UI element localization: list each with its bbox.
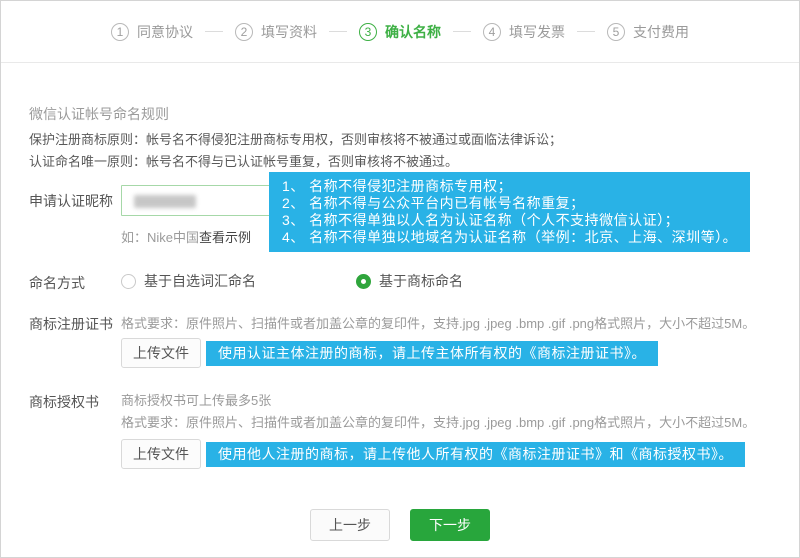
step-connector (329, 31, 347, 32)
wechat-verification-page: 1 同意协议 2 填写资料 3 确认名称 4 填写发票 5 支付费用 (0, 0, 800, 558)
naming-method-label: 命名方式 (29, 273, 85, 293)
trademark-auth-format-text: 格式要求：原件照片、扫描件或者加盖公章的复印件，支持.jpg .jpeg .bm… (121, 412, 755, 431)
previous-step-button[interactable]: 上一步 (310, 509, 390, 541)
step-fill-info: 2 填写资料 (235, 22, 317, 42)
tooltip-rule-4: 4、 名称不得单独以地域名为认证名称（举例：北京、上海、深圳等）。 (282, 229, 737, 246)
step-3-circle-icon: 3 (359, 23, 377, 41)
step-4-label: 填写发票 (509, 22, 565, 42)
auth-upload-tooltip: 使用他人注册的商标，请上传他人所有权的《商标注册证书》和《商标授权书》。 (206, 442, 745, 467)
next-step-button[interactable]: 下一步 (410, 509, 490, 541)
step-confirm-name-active: 3 确认名称 (359, 22, 441, 42)
naming-rule-unique: 认证命名唯一原则：帐号名不得与已认证帐号重复，否则审核将不被通过。 (29, 151, 458, 170)
step-connector (205, 31, 223, 32)
step-1-circle-icon: 1 (111, 23, 129, 41)
radio-trademark-label[interactable]: 基于商标命名 (379, 271, 463, 291)
nickname-rules-tooltip: 1、 名称不得侵犯注册商标专用权； 2、 名称不得与公众平台内已有帐号名称重复；… (269, 172, 750, 252)
redacted-value-blur (134, 195, 196, 208)
step-1-label: 同意协议 (137, 22, 193, 42)
step-connector (577, 31, 595, 32)
trademark-auth-limit-text: 商标授权书可上传最多5张 (121, 390, 271, 409)
radio-trademark-selected[interactable] (356, 274, 371, 289)
step-3-label: 确认名称 (385, 22, 441, 42)
naming-rule-trademark: 保护注册商标原则：帐号名不得侵犯注册商标专用权，否则审核将不被通过或面临法律诉讼… (29, 129, 562, 148)
step-indicator: 1 同意协议 2 填写资料 3 确认名称 4 填写发票 5 支付费用 (111, 22, 689, 42)
radio-custom-word-label[interactable]: 基于自选词汇命名 (144, 271, 256, 291)
tooltip-rule-3: 3、 名称不得单独以人名为认证名称（个人不支持微信认证）； (282, 212, 737, 229)
step-2-label: 填写资料 (261, 22, 317, 42)
step-invoice: 4 填写发票 (483, 22, 565, 42)
upload-auth-button[interactable]: 上传文件 (121, 439, 201, 469)
nickname-input[interactable] (121, 185, 278, 216)
nickname-example-hint: 如：Nike中国查看示例 (121, 227, 251, 246)
step-pay: 5 支付费用 (607, 22, 689, 42)
step-connector (453, 31, 471, 32)
step-5-circle-icon: 5 (607, 23, 625, 41)
upload-cert-button[interactable]: 上传文件 (121, 338, 201, 368)
step-2-circle-icon: 2 (235, 23, 253, 41)
naming-rules-title: 微信认证帐号命名规则 (29, 104, 169, 124)
radio-custom-word[interactable] (121, 274, 136, 289)
nickname-label: 申请认证昵称 (29, 191, 113, 211)
example-prefix: 如：Nike中国 (121, 230, 199, 245)
view-example-link[interactable]: 查看示例 (199, 230, 251, 245)
trademark-cert-label: 商标注册证书 (29, 314, 113, 334)
wizard-header: 1 同意协议 2 填写资料 3 确认名称 4 填写发票 5 支付费用 (1, 1, 799, 63)
step-4-circle-icon: 4 (483, 23, 501, 41)
trademark-cert-format-text: 格式要求：原件照片、扫描件或者加盖公章的复印件，支持.jpg .jpeg .bm… (121, 313, 755, 332)
wizard-footer: 上一步 下一步 (1, 509, 799, 541)
tooltip-rule-2: 2、 名称不得与公众平台内已有帐号名称重复； (282, 195, 737, 212)
step-5-label: 支付费用 (633, 22, 689, 42)
naming-method-options: 基于自选词汇命名 基于商标命名 (121, 271, 463, 291)
step-agree: 1 同意协议 (111, 22, 193, 42)
cert-upload-tooltip: 使用认证主体注册的商标，请上传主体所有权的《商标注册证书》。 (206, 341, 658, 366)
trademark-auth-label: 商标授权书 (29, 392, 99, 412)
tooltip-rule-1: 1、 名称不得侵犯注册商标专用权； (282, 178, 737, 195)
